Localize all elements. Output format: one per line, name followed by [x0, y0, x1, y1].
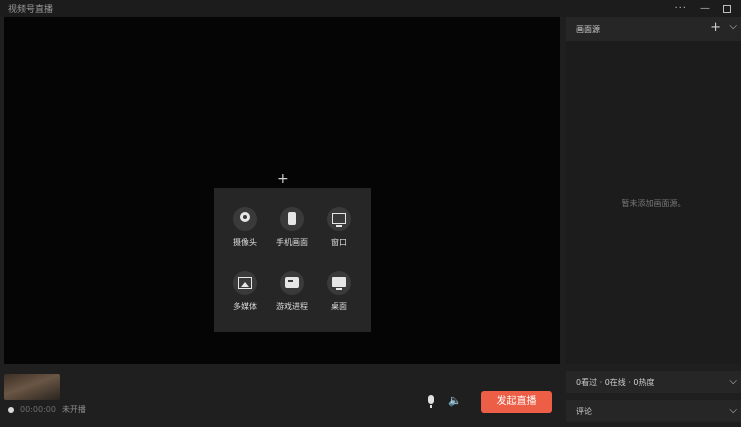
- window-title: 视频号直播: [8, 5, 54, 15]
- minimize-icon[interactable]: —: [700, 3, 710, 14]
- phone-icon: [280, 207, 304, 231]
- chevron-down-icon[interactable]: ⌵: [729, 22, 737, 32]
- title-bar: 视频号直播 ··· —: [0, 0, 741, 17]
- bottom-bar: [0, 364, 564, 427]
- source-menu: 摄像头 手机画面 窗口 多媒体 游戏进程 桌面: [214, 188, 371, 332]
- window-icon: [327, 207, 351, 231]
- source-panel: 画面源 + ⌵ 暂未添加画面源。: [566, 17, 741, 364]
- stats-chevron-icon[interactable]: ⌵: [729, 376, 737, 387]
- game-icon: [280, 271, 304, 295]
- microphone-icon[interactable]: [428, 395, 434, 408]
- source-window-label: 窗口: [331, 238, 347, 247]
- comments-bar[interactable]: 评论 ⌵: [566, 400, 741, 422]
- go-live-button[interactable]: 发起直播: [481, 391, 552, 413]
- more-options-icon[interactable]: ···: [674, 3, 687, 14]
- window-controls: ··· —: [674, 0, 731, 17]
- speaker-icon[interactable]: 🔈: [448, 395, 462, 406]
- empty-source-tip: 暂未添加画面源。: [621, 199, 686, 208]
- live-preview: + 摄像头 手机画面 窗口 多媒体 游戏进程 桌面: [4, 17, 560, 364]
- add-source-plus-icon[interactable]: +: [710, 21, 721, 34]
- comments-chevron-icon[interactable]: ⌵: [729, 405, 737, 416]
- source-desktop[interactable]: 桌面: [309, 271, 369, 312]
- stats-label: 0看过 · 0在线 · 0热度: [576, 378, 655, 387]
- comments-label: 评论: [576, 407, 592, 416]
- desktop-icon: [327, 271, 351, 295]
- maximize-icon[interactable]: [723, 4, 731, 13]
- media-icon: [233, 271, 257, 295]
- stats-bar[interactable]: 0看过 · 0在线 · 0热度 ⌵: [566, 371, 741, 393]
- source-panel-title: 画面源: [576, 25, 600, 34]
- status-dot-icon: [8, 406, 14, 413]
- add-source-icon[interactable]: +: [277, 172, 289, 186]
- source-desktop-label: 桌面: [331, 302, 347, 311]
- live-status-text: 未开播: [61, 405, 86, 414]
- live-status: 00:00:00 未开播: [8, 404, 86, 415]
- preview-thumbnail[interactable]: [4, 374, 60, 400]
- source-panel-header: 画面源 + ⌵: [566, 17, 741, 41]
- live-timer: 00:00:00: [20, 405, 56, 414]
- camera-icon: [233, 207, 257, 231]
- source-window[interactable]: 窗口: [309, 207, 369, 248]
